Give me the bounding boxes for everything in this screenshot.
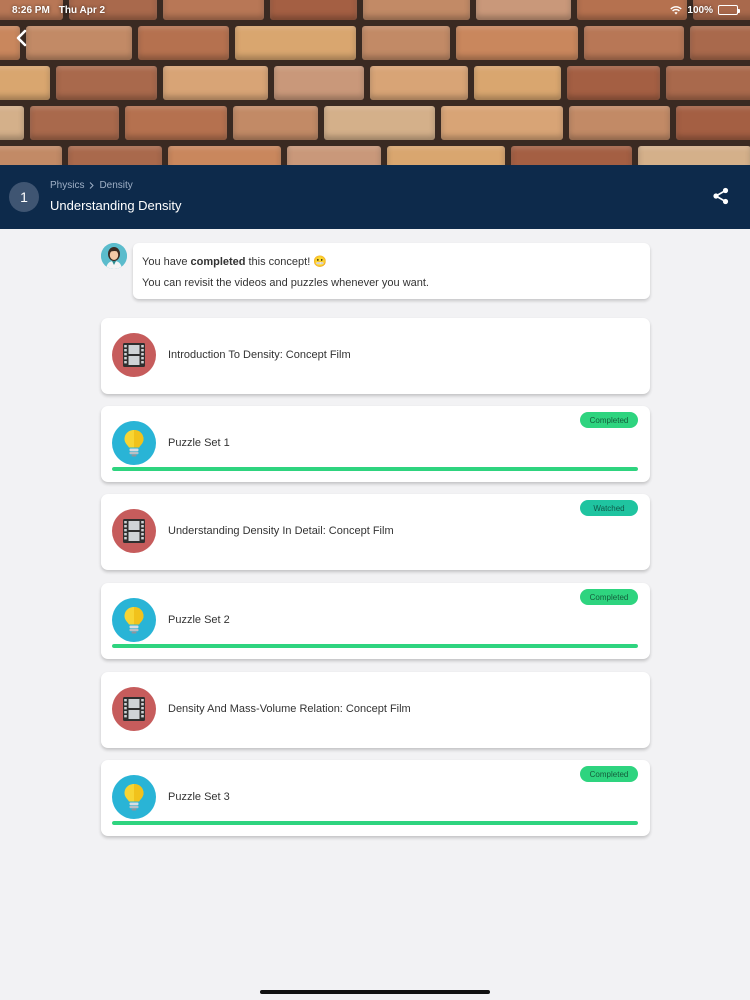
concept-header: 1 Physics Density Understanding Density — [0, 165, 750, 229]
progress-fill — [112, 467, 638, 471]
breadcrumb: Physics Density — [50, 180, 133, 191]
status-date: Thu Apr 2 — [58, 4, 106, 16]
content-card[interactable]: Density And Mass-Volume Relation: Concep… — [101, 672, 650, 748]
grimace-emoji-icon: 😬 — [313, 256, 327, 268]
status-badge: Completed — [580, 766, 638, 782]
content-card[interactable]: Puzzle Set 2 Completed — [101, 583, 650, 659]
message-prefix: You have — [142, 255, 188, 268]
card-title: Density And Mass-Volume Relation: Concep… — [168, 703, 411, 715]
status-bar: 8:26 PM Thu Apr 2 100% — [0, 0, 750, 20]
chevron-left-icon — [16, 29, 27, 47]
bulb-icon — [124, 430, 144, 457]
home-indicator[interactable] — [260, 990, 490, 994]
content-card[interactable]: Understanding Density In Detail: Concept… — [101, 494, 650, 570]
content-card[interactable]: Puzzle Set 1 Completed — [101, 406, 650, 482]
puzzle-icon-circle — [112, 598, 156, 642]
back-button[interactable] — [10, 26, 34, 50]
bulb-icon — [124, 607, 144, 634]
concept-film-icon-circle — [112, 687, 156, 731]
message-suffix: this concept! — [248, 255, 311, 268]
wifi-icon — [670, 6, 683, 15]
share-icon — [713, 187, 729, 205]
film-icon — [123, 519, 145, 543]
film-icon — [123, 697, 145, 721]
breadcrumb-subject[interactable]: Physics — [50, 180, 84, 191]
progress-fill — [112, 644, 638, 648]
message-line-2: You can revisit the videos and puzzles w… — [142, 277, 429, 289]
breadcrumb-topic[interactable]: Density — [99, 180, 132, 191]
progress-bar — [112, 821, 638, 825]
status-time: 8:26 PM — [12, 4, 50, 16]
progress-bar — [112, 644, 638, 648]
card-title: Puzzle Set 1 — [168, 437, 230, 449]
card-title: Puzzle Set 2 — [168, 614, 230, 626]
card-title: Understanding Density In Detail: Concept… — [168, 525, 394, 537]
concept-film-icon-circle — [112, 333, 156, 377]
progress-bar — [112, 467, 638, 471]
content-card[interactable]: Puzzle Set 3 Completed — [101, 760, 650, 836]
film-icon — [123, 343, 145, 367]
status-badge: Watched — [580, 500, 638, 516]
completion-message: You have completed this concept! 😬 You c… — [133, 243, 650, 299]
card-title: Puzzle Set 3 — [168, 791, 230, 803]
puzzle-icon-circle — [112, 775, 156, 819]
hero-image: 8:26 PM Thu Apr 2 100% — [0, 0, 750, 165]
chevron-right-icon — [90, 182, 95, 189]
page-title: Understanding Density — [50, 198, 182, 213]
message-line-1: You have completed this concept! 😬 — [142, 255, 641, 269]
status-badge: Completed — [580, 412, 638, 428]
content-card[interactable]: Introduction To Density: Concept Film — [101, 318, 650, 394]
step-number-badge: 1 — [9, 182, 39, 212]
status-badge: Completed — [580, 589, 638, 605]
puzzle-icon-circle — [112, 421, 156, 465]
battery-icon — [718, 5, 740, 15]
share-button[interactable] — [712, 187, 732, 207]
status-right: 100% — [670, 4, 740, 16]
concept-film-icon-circle — [112, 509, 156, 553]
message-bold: completed — [190, 255, 246, 268]
bulb-icon — [124, 784, 144, 811]
battery-percent: 100% — [687, 4, 713, 16]
card-title: Introduction To Density: Concept Film — [168, 349, 351, 361]
tutor-avatar — [101, 243, 127, 269]
progress-fill — [112, 821, 638, 825]
